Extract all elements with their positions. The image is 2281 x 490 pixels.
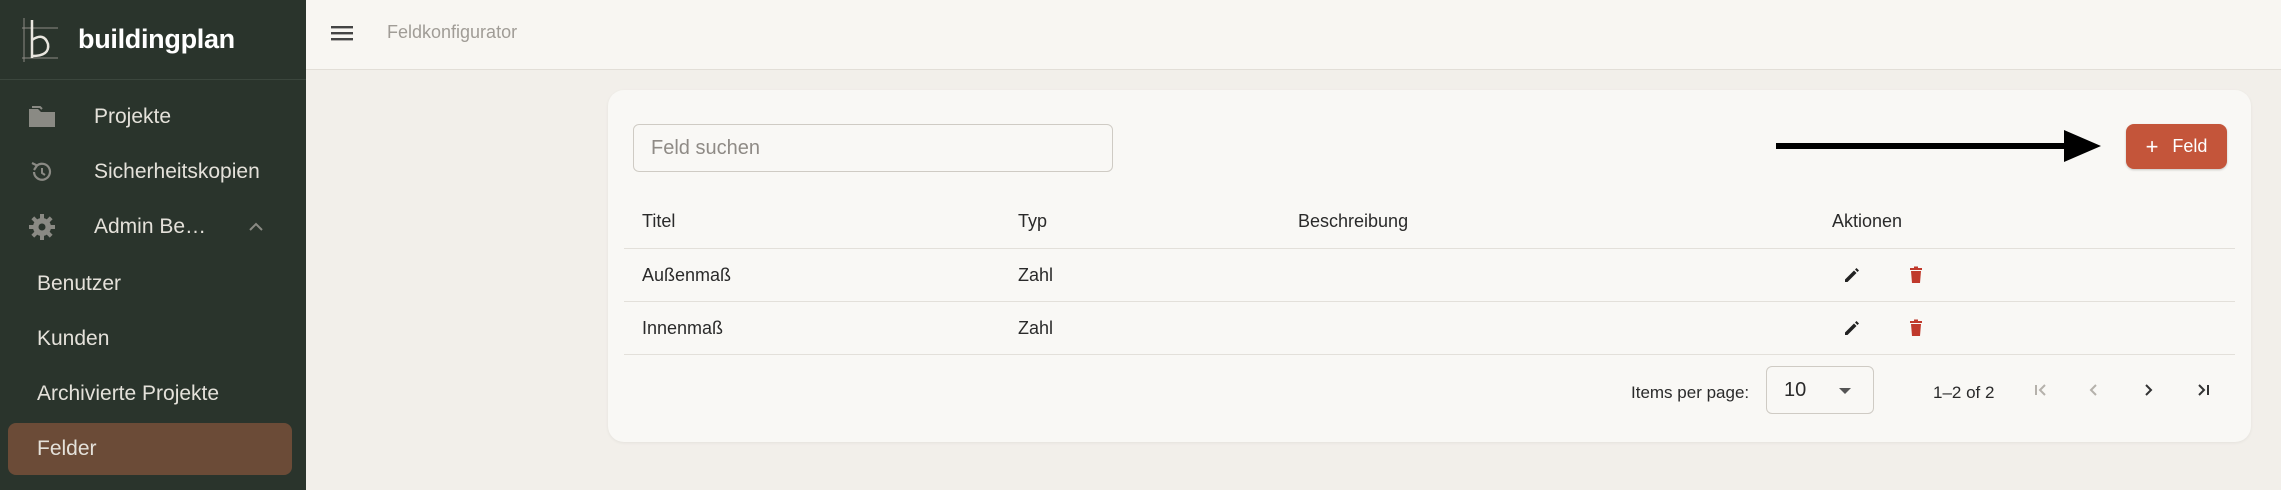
delete-icon[interactable] [1906, 318, 1926, 338]
folder-icon [27, 102, 57, 132]
items-per-page-label: Items per page: [1631, 383, 1750, 402]
paginator: Items per page: 10 1–2 of 2 [608, 366, 2251, 414]
next-page-icon[interactable] [2136, 378, 2160, 402]
table-row: Außenmaß Zahl [624, 249, 2235, 302]
sidebar-item-sicherheitskopien[interactable]: Sicherheitskopien [0, 145, 306, 199]
arrow-annotation-icon [1776, 130, 2101, 162]
restore-icon [27, 157, 57, 187]
brand[interactable]: buildingplan [0, 0, 306, 80]
cell-title: Außenmaß [642, 264, 732, 285]
range-label: 1–2 of 2 [1933, 383, 1995, 402]
delete-icon[interactable] [1906, 265, 1926, 285]
brand-name: buildingplan [78, 24, 235, 54]
caret-down-icon [1839, 388, 1851, 394]
menu-icon[interactable] [328, 20, 356, 46]
sidebar-item-label: Admin Be… [94, 215, 207, 238]
sidebar-item-archivierte-projekte[interactable]: Archivierte Projekte [8, 368, 292, 420]
table-row: Innenmaß Zahl [624, 302, 2235, 355]
edit-icon[interactable] [1842, 318, 1862, 338]
previous-page-icon[interactable] [2082, 378, 2106, 402]
sidebar-item-felder[interactable]: Felder [8, 423, 292, 475]
sidebar-item-projekte[interactable]: Projekte [0, 90, 306, 144]
last-page-icon[interactable] [2191, 378, 2215, 402]
sidebar-item-kunden[interactable]: Kunden [8, 313, 292, 365]
table-header: Titel Typ Beschreibung Aktionen [624, 194, 2235, 249]
plus-icon: + [2145, 133, 2159, 159]
items-per-page-value: 10 [1784, 378, 1807, 401]
cell-typ: Zahl [1018, 264, 1054, 285]
header-aktionen: Aktionen [1832, 210, 1903, 231]
header-beschreibung[interactable]: Beschreibung [1298, 194, 1408, 248]
first-page-icon[interactable] [2029, 378, 2053, 402]
cell-title: Innenmaß [642, 317, 724, 338]
cell-typ: Zahl [1018, 317, 1054, 338]
add-field-label: Feld [2172, 136, 2208, 156]
add-field-button[interactable]: + Feld [2126, 124, 2227, 169]
sidebar-item-label: Projekte [94, 105, 172, 128]
sidebar: buildingplan Projekte Sicherheitskopien … [0, 0, 306, 490]
logo-icon [22, 17, 58, 62]
search-input[interactable] [633, 124, 1113, 172]
edit-icon[interactable] [1842, 265, 1862, 285]
header-titel[interactable]: Titel [642, 194, 675, 248]
header-typ[interactable]: Typ [1018, 194, 1047, 248]
sidebar-item-admin[interactable]: Admin Be… [0, 200, 306, 254]
sidebar-item-benutzer[interactable]: Benutzer [8, 258, 292, 310]
gear-icon [27, 212, 57, 242]
page-title: Feldkonfigurator [387, 22, 518, 42]
fields-table: Titel Typ Beschreibung Aktionen Außenmaß… [624, 194, 2235, 355]
chevron-up-icon[interactable] [244, 215, 268, 239]
fields-card: + Feld Titel Typ Beschreibung Aktionen A… [608, 90, 2251, 442]
items-per-page-select[interactable]: 10 [1766, 366, 1874, 414]
topbar: Feldkonfigurator [306, 0, 2281, 70]
sidebar-item-label: Sicherheitskopien [94, 160, 260, 183]
